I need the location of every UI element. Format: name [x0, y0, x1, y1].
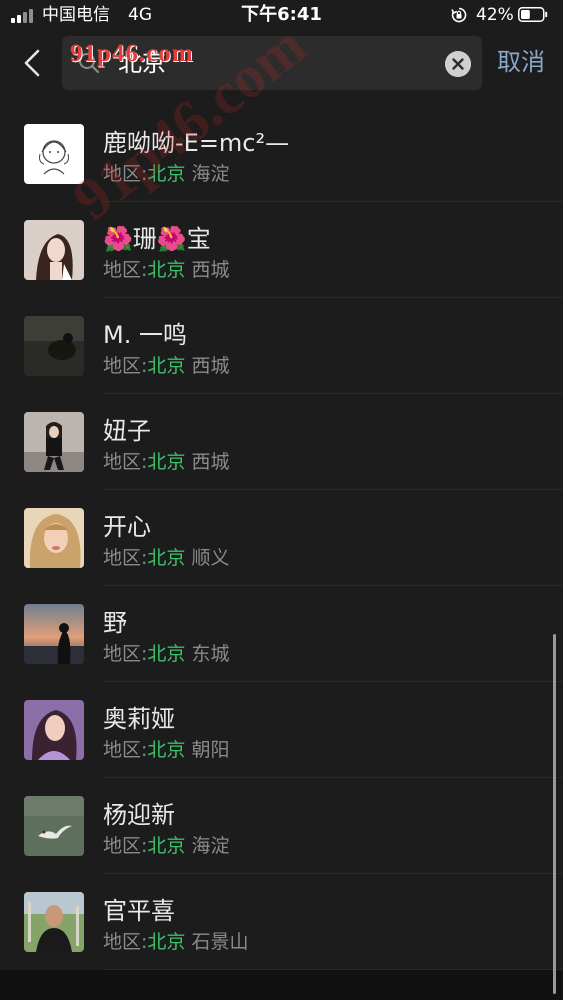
region-city-highlight: 北京: [147, 931, 186, 953]
region-city-highlight: 北京: [147, 547, 186, 569]
region-city-highlight: 北京: [147, 163, 186, 185]
avatar: [24, 508, 84, 568]
contact-name: 鹿呦呦-E=mc²—: [103, 129, 290, 157]
region-district: 朝阳: [191, 739, 230, 761]
contact-region: 地区:北京 顺义: [103, 546, 229, 570]
contact-name: 开心: [103, 513, 151, 541]
region-city-highlight: 北京: [147, 451, 186, 473]
result-item[interactable]: 野地区:北京 东城: [0, 586, 563, 682]
result-item[interactable]: 鹿呦呦-E=mc²— 地区:北京 海淀: [0, 106, 563, 202]
result-item[interactable]: 官平喜地区:北京 石景山: [0, 874, 563, 970]
search-results-list: 鹿呦呦-E=mc²— 地区:北京 海淀 🌺珊🌺宝 地区:北京 西城 M. 一鸣 地区:北京…: [0, 106, 563, 970]
avatar: [24, 700, 84, 760]
scrollbar[interactable]: [553, 634, 556, 994]
contact-region: 地区:北京 海淀: [103, 162, 229, 186]
contact-region: 地区:北京 西城: [103, 354, 229, 378]
avatar: [24, 124, 84, 184]
contact-name: M. 一鸣: [103, 321, 187, 349]
region-district: 海淀: [191, 163, 230, 185]
region-city-highlight: 北京: [147, 835, 186, 857]
region-prefix: 地区:: [103, 835, 148, 857]
contact-name: 杨迎新: [103, 801, 175, 829]
avatar: [24, 604, 84, 664]
region-city-highlight: 北京: [147, 739, 186, 761]
contact-region: 地区:北京 西城: [103, 258, 229, 282]
avatar: [24, 220, 84, 280]
region-prefix: 地区:: [103, 259, 148, 281]
rotation-lock-icon: [451, 7, 467, 23]
result-item[interactable]: 开心地区:北京 顺义: [0, 490, 563, 586]
contact-name: 官平喜: [103, 897, 175, 925]
region-prefix: 地区:: [103, 451, 148, 473]
avatar: [24, 316, 84, 376]
region-district: 西城: [191, 451, 230, 473]
search-header: 取消 91p46.com: [0, 30, 563, 107]
region-district: 西城: [191, 355, 230, 377]
avatar: [24, 892, 84, 952]
region-district: 海淀: [191, 835, 230, 857]
contact-region: 地区:北京 东城: [103, 642, 229, 666]
contact-name: 奥莉娅: [103, 705, 175, 733]
region-prefix: 地区:: [103, 739, 148, 761]
region-city-highlight: 北京: [147, 355, 186, 377]
contact-name: 妞子: [103, 417, 151, 445]
region-prefix: 地区:: [103, 643, 148, 665]
result-item[interactable]: 🌺珊🌺宝地区:北京 西城: [0, 202, 563, 298]
result-item[interactable]: M. 一鸣地区:北京 西城: [0, 298, 563, 394]
screen: 中国电信 4G 下午6:41 42% 北京 取消 91p46.com 鹿呦呦-E…: [0, 0, 563, 1000]
region-city-highlight: 北京: [147, 643, 186, 665]
contact-region: 地区:北京 西城: [103, 450, 229, 474]
region-prefix: 地区:: [103, 355, 148, 377]
region-district: 西城: [191, 259, 230, 281]
battery-icon: [518, 7, 548, 22]
region-prefix: 地区:: [103, 547, 148, 569]
avatar: [24, 796, 84, 856]
back-chevron-icon[interactable]: [18, 46, 46, 80]
region-district: 石景山: [191, 931, 249, 953]
result-item[interactable]: 妞子地区:北京 西城: [0, 394, 563, 490]
status-bar: 中国电信 4G 下午6:41 42%: [0, 0, 563, 30]
watermark-logo: 91p46.com: [70, 40, 194, 67]
region-district: 顺义: [191, 547, 230, 569]
contact-region: 地区:北京 石景山: [103, 930, 248, 954]
contact-region: 地区:北京 朝阳: [103, 738, 229, 762]
result-item[interactable]: 奥莉娅地区:北京 朝阳: [0, 682, 563, 778]
result-item[interactable]: 杨迎新地区:北京 海淀: [0, 778, 563, 874]
cancel-button[interactable]: 取消: [497, 44, 545, 80]
contact-name: 野: [103, 609, 127, 637]
avatar: [24, 412, 84, 472]
divider: [103, 969, 563, 970]
region-district: 东城: [191, 643, 230, 665]
clear-search-icon[interactable]: [445, 51, 471, 77]
contact-name: 🌺珊🌺宝: [103, 225, 211, 253]
contact-region: 地区:北京 海淀: [103, 834, 229, 858]
region-prefix: 地区:: [103, 163, 148, 185]
battery-percentage: 42%: [476, 5, 514, 25]
region-prefix: 地区:: [103, 931, 148, 953]
region-city-highlight: 北京: [147, 259, 186, 281]
